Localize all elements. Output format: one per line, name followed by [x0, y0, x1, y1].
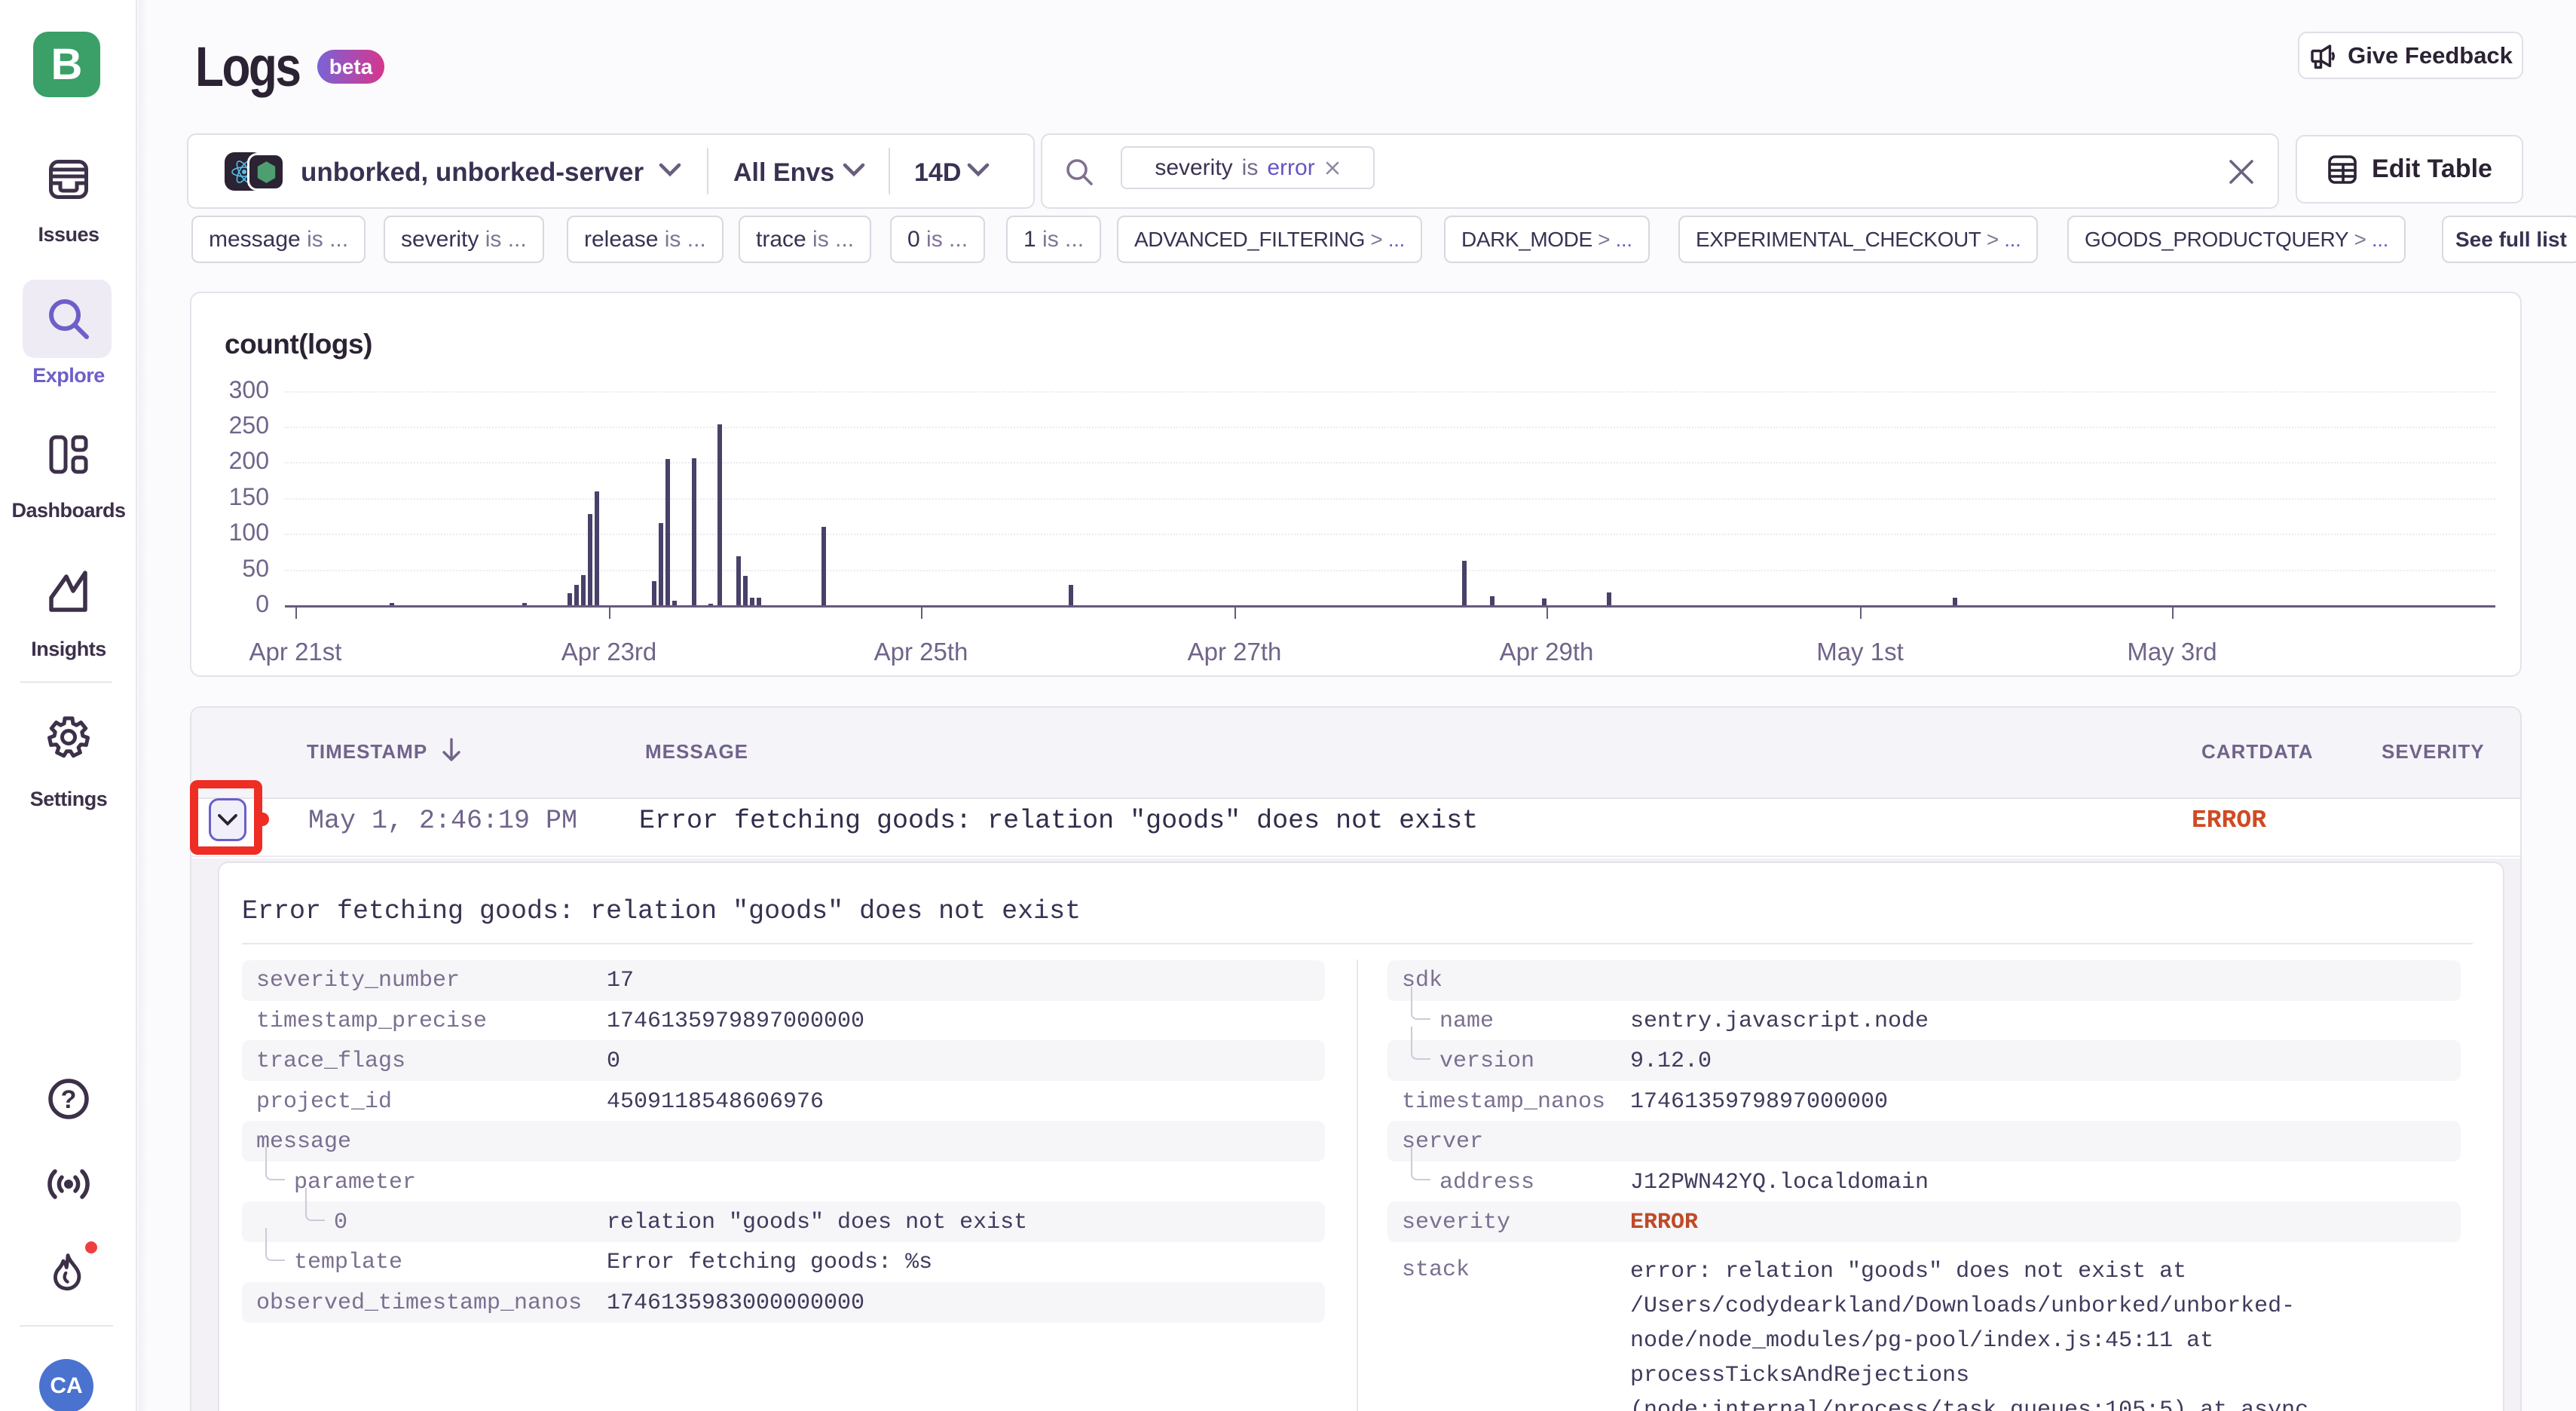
svg-text:?: ? [61, 1085, 77, 1114]
